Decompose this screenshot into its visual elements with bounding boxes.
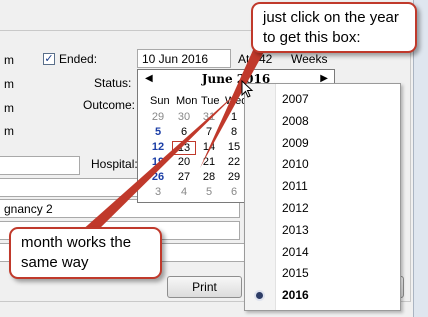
callout-bottom: month works the same way: [9, 227, 162, 279]
callout-top-text: just click on the year to get this box:: [263, 9, 399, 46]
callout-bottom-text: month works the same way: [21, 234, 132, 271]
callout-top: just click on the year to get this box:: [251, 2, 417, 53]
bottom-callout-pointer: [80, 88, 242, 232]
mouse-cursor-icon: [241, 80, 254, 98]
